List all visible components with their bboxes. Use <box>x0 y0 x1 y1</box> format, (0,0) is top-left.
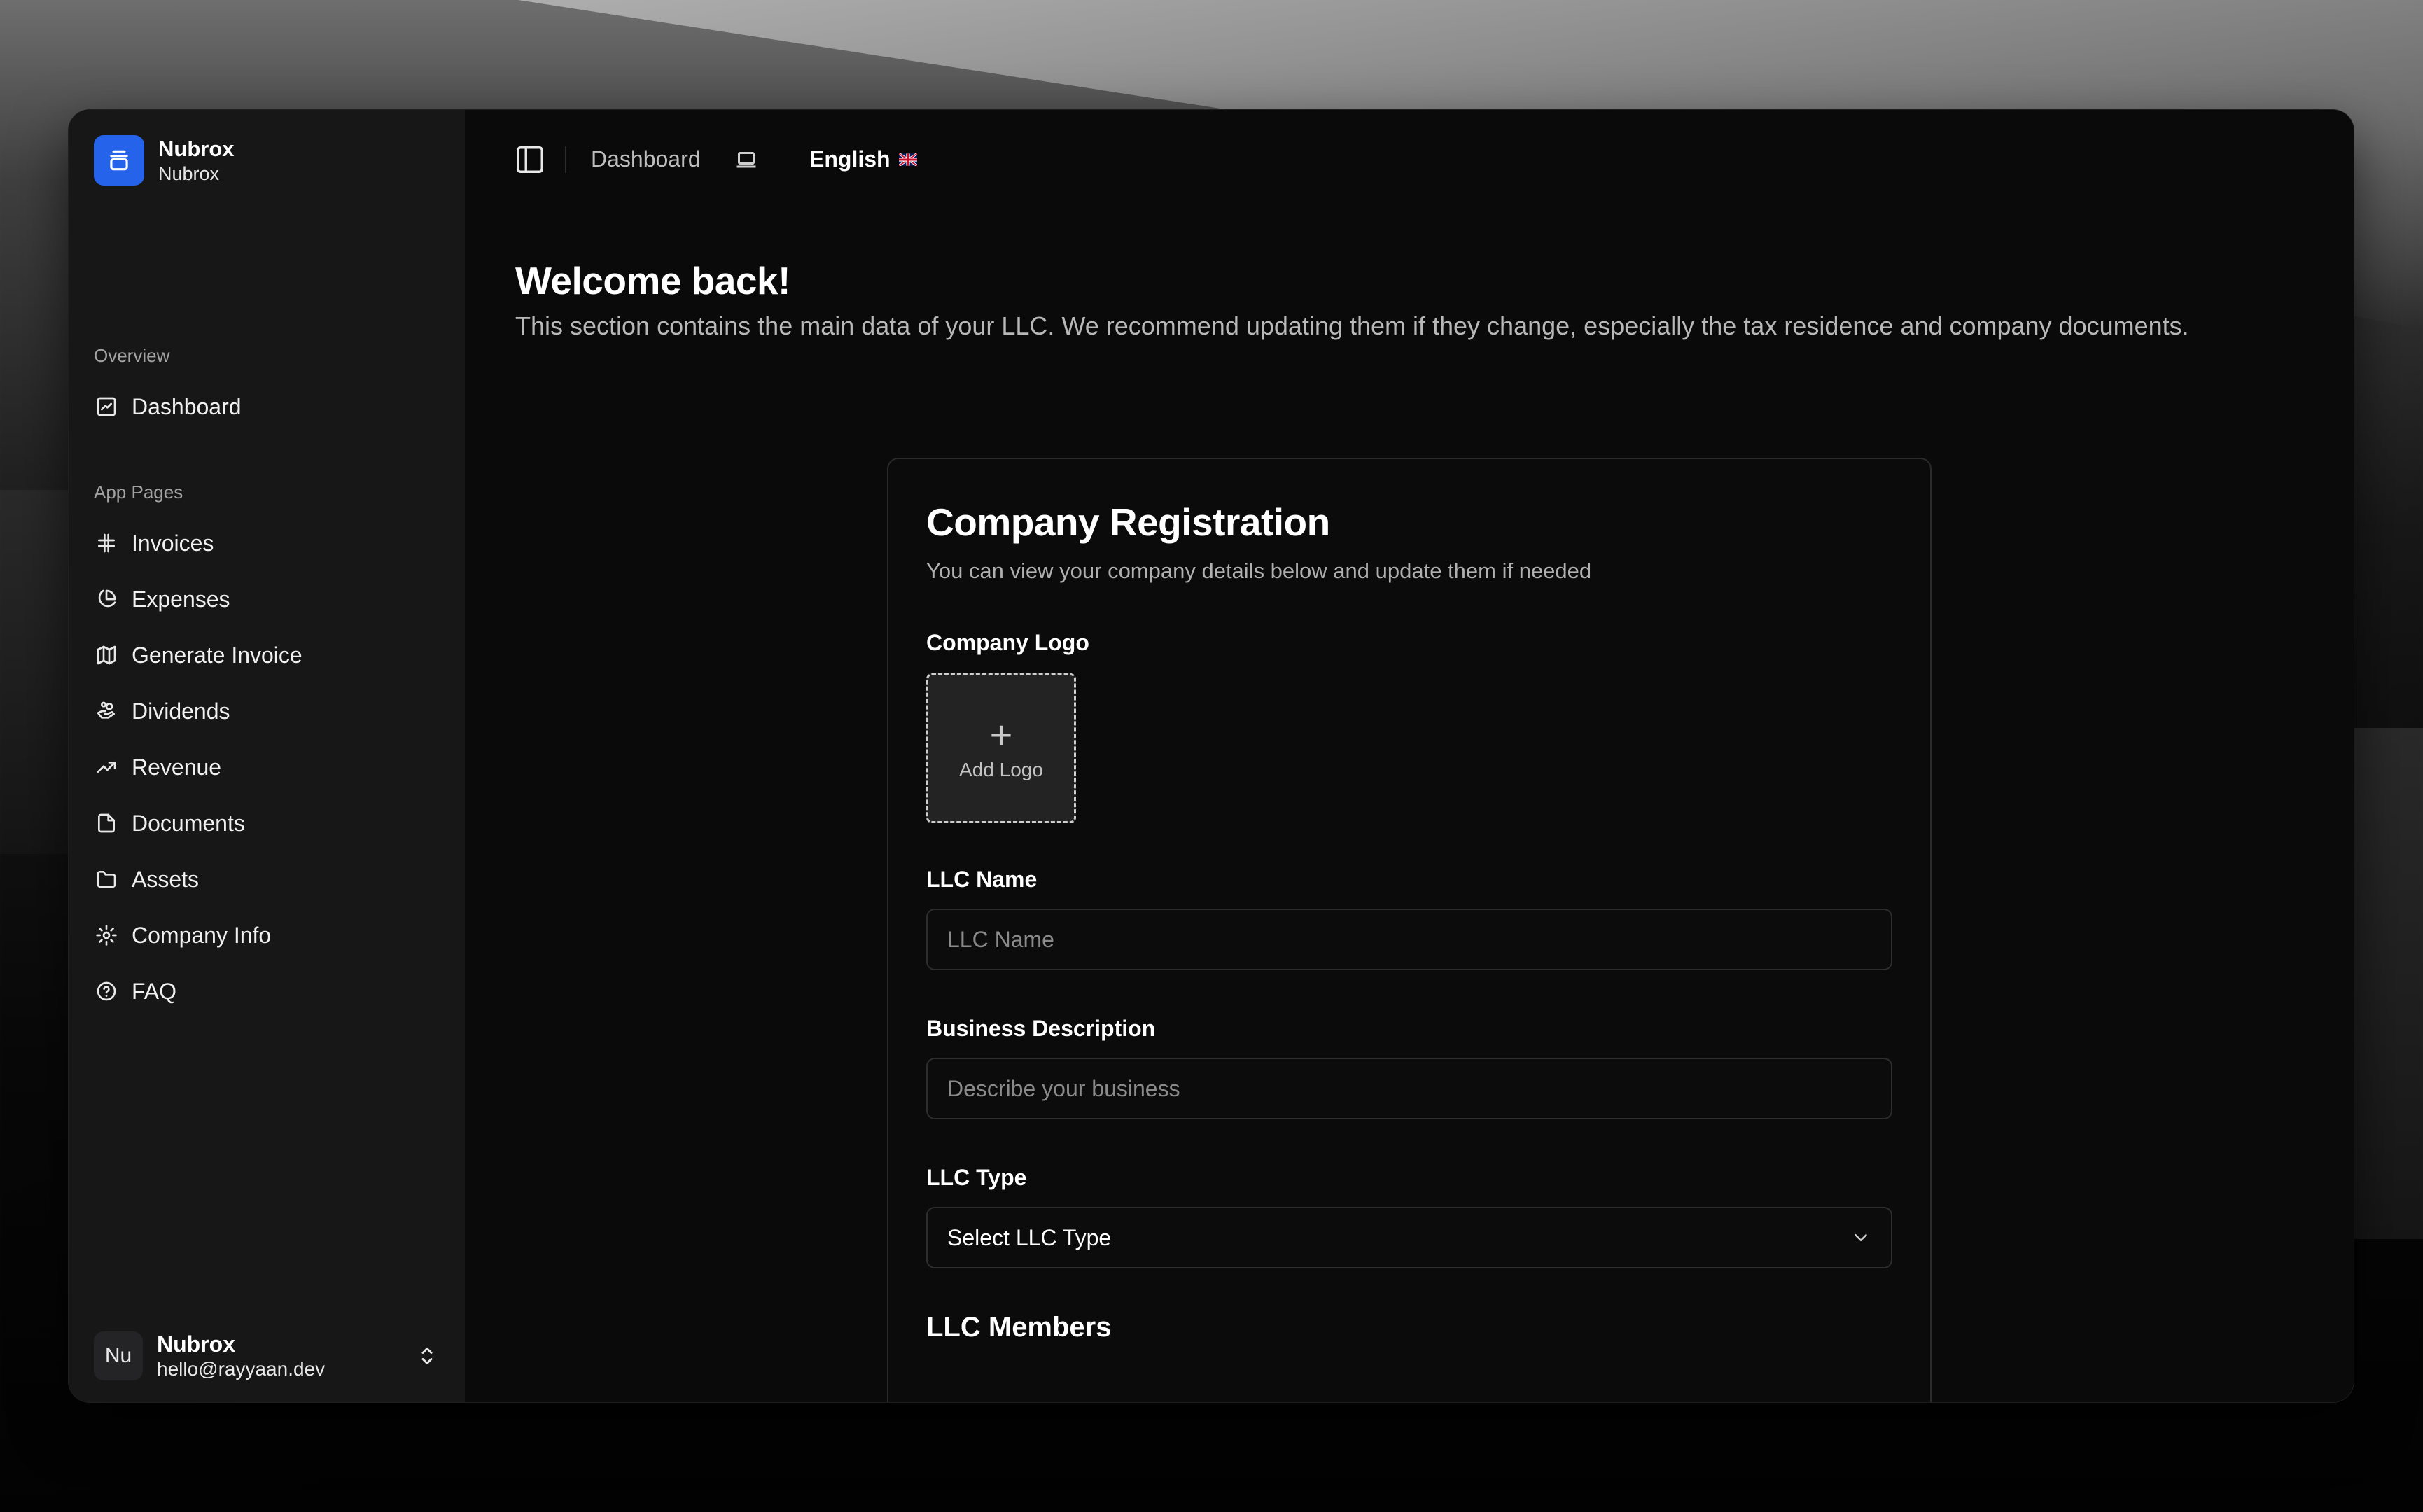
company-logo-label: Company Logo <box>926 630 1089 655</box>
sidebar-item-invoices[interactable]: Invoices <box>94 521 440 566</box>
business-description-input[interactable] <box>926 1058 1892 1119</box>
topbar: Dashboard English <box>465 110 2354 208</box>
sidebar-item-label: Revenue <box>132 754 222 780</box>
file-icon <box>94 811 119 836</box>
sidebar-item-label: Company Info <box>132 922 272 948</box>
language-label: English <box>809 146 891 172</box>
llc-type-select[interactable]: Select LLC Type <box>926 1207 1892 1268</box>
help-circle-icon <box>94 979 119 1004</box>
section-label-app-pages: App Pages <box>94 482 183 503</box>
page-subtitle: This section contains the main data of y… <box>515 312 2189 340</box>
brand-subtitle: Nubrox <box>158 163 220 184</box>
llc-members-title: LLC Members <box>926 1312 1112 1343</box>
section-label-overview: Overview <box>94 345 170 366</box>
hash-icon <box>94 531 119 556</box>
page-title: Welcome back! <box>515 259 790 302</box>
map-icon <box>94 643 119 668</box>
sidebar-item-generate-invoice[interactable]: Generate Invoice <box>94 633 440 678</box>
laptop-icon[interactable] <box>734 148 759 173</box>
plus-icon: + <box>989 713 1013 757</box>
breadcrumb[interactable]: Dashboard <box>591 146 701 172</box>
topbar-divider <box>565 146 566 173</box>
sidebar-item-label: Assets <box>132 866 200 892</box>
llc-name-input[interactable] <box>926 909 1892 970</box>
trending-up-icon <box>94 755 119 780</box>
avatar: Nu <box>94 1331 143 1380</box>
brand[interactable]: Nubrox Nubrox <box>94 135 235 186</box>
company-registration-card: Company Registration You can view your c… <box>887 458 1932 1402</box>
chevron-down-icon <box>1850 1227 1871 1248</box>
sidebar-item-documents[interactable]: Documents <box>94 801 440 846</box>
brand-logo-icon <box>94 135 144 186</box>
business-description-label: Business Description <box>926 1016 1156 1041</box>
add-logo-button[interactable]: + Add Logo <box>926 673 1076 823</box>
sidebar-item-dividends[interactable]: Dividends <box>94 689 440 734</box>
sidebar-item-label: Dashboard <box>132 393 242 419</box>
sidebar-item-expenses[interactable]: Expenses <box>94 577 440 622</box>
sidebar-item-label: FAQ <box>132 978 177 1004</box>
sidebar-item-label: Dividends <box>132 698 230 724</box>
pie-chart-icon <box>94 587 119 612</box>
sidebar-toggle-icon[interactable] <box>514 144 546 176</box>
sidebar-item-label: Documents <box>132 810 245 836</box>
app-window: Nubrox Nubrox Overview Dashboard App Pag… <box>69 110 2354 1402</box>
llc-type-label: LLC Type <box>926 1165 1027 1190</box>
llc-type-value: Select LLC Type <box>947 1224 1112 1250</box>
sidebar-item-assets[interactable]: Assets <box>94 857 440 902</box>
background-band-right <box>2346 728 2423 1239</box>
folder-icon <box>94 867 119 892</box>
sidebar-item-dashboard[interactable]: Dashboard <box>94 384 440 429</box>
uk-flag-icon <box>898 153 917 166</box>
sidebar-item-faq[interactable]: FAQ <box>94 969 440 1014</box>
card-title: Company Registration <box>926 500 1330 544</box>
language-selector[interactable]: English <box>809 146 917 172</box>
add-logo-label: Add Logo <box>959 759 1043 780</box>
llc-name-label: LLC Name <box>926 867 1038 892</box>
chevrons-up-down-icon[interactable] <box>414 1343 440 1368</box>
hand-coins-icon <box>94 699 119 724</box>
user-menu[interactable]: Nu Nubrox hello@rayyaan.dev <box>94 1328 440 1384</box>
user-name: Nubrox <box>157 1331 235 1357</box>
sidebar: Nubrox Nubrox Overview Dashboard App Pag… <box>69 110 466 1402</box>
sidebar-item-label: Generate Invoice <box>132 642 302 668</box>
sidebar-item-revenue[interactable]: Revenue <box>94 745 440 790</box>
sidebar-item-company-info[interactable]: Company Info <box>94 913 440 958</box>
sidebar-item-label: Invoices <box>132 530 214 556</box>
user-email: hello@rayyaan.dev <box>157 1358 326 1380</box>
main-content: Dashboard English Welcome back! This sec… <box>465 110 2354 1402</box>
gear-icon <box>94 923 119 948</box>
sidebar-item-label: Expenses <box>132 586 230 612</box>
dashboard-icon <box>94 394 119 419</box>
brand-name: Nubrox <box>158 136 235 161</box>
background-band-left <box>0 490 77 854</box>
card-subtitle: You can view your company details below … <box>926 559 1592 583</box>
